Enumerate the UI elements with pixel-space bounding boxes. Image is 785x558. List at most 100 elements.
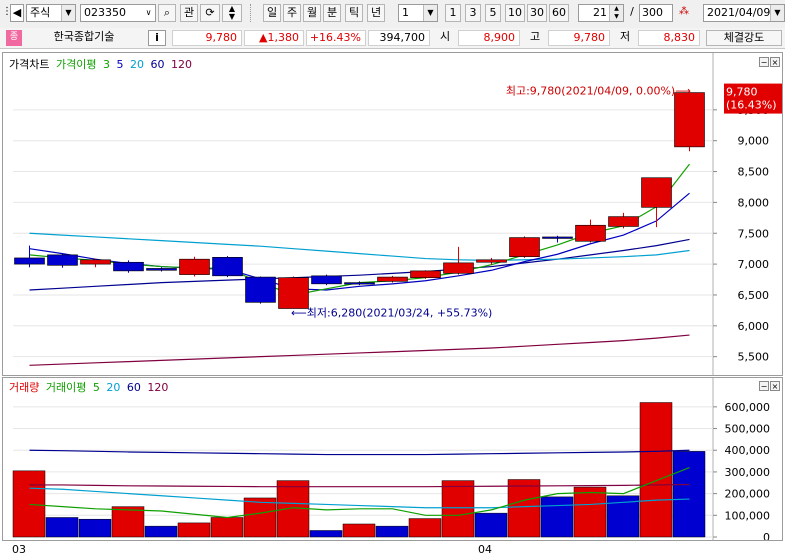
- volume-bar: [672, 451, 706, 538]
- low-label: 저: [619, 30, 631, 43]
- quick-3-button[interactable]: 3: [465, 4, 481, 22]
- high-label: 고: [529, 30, 541, 43]
- quick-1-button[interactable]: 1: [445, 4, 461, 22]
- price-change: ▲1,380: [244, 30, 304, 46]
- price-chart-panel[interactable]: 가격차트 가격이평 3 5 20 60 120 − × 5,500 6,000 6,…: [2, 52, 783, 376]
- volume-bar: [408, 518, 442, 538]
- x-label-april: 04: [478, 543, 492, 556]
- stepper-icon[interactable]: ▲ ▼: [222, 4, 242, 22]
- candle-body: [509, 237, 540, 258]
- chevron-down-icon[interactable]: ▼: [770, 5, 784, 21]
- volume-bar: [540, 496, 574, 538]
- volume-bar: [12, 470, 46, 538]
- grip-icon: ⋮: [2, 6, 12, 17]
- volume-chart-canvas: 0 100,000 200,000 300,000 400,000 500,000 600,…: [12, 378, 771, 540]
- candle-body: [47, 254, 78, 266]
- max-annotation: 최고:9,780(2021/04/09, 0.00%)⟶: [506, 85, 691, 98]
- prev-arrow-icon[interactable]: ◀: [10, 4, 24, 22]
- volume-bar: [639, 402, 673, 538]
- open-label: 시: [439, 30, 451, 43]
- settings-grid-icon[interactable]: ⁂: [675, 4, 693, 22]
- candle-body: [278, 277, 309, 309]
- y-tick-label: 6,500: [738, 289, 770, 302]
- candle-body: [641, 177, 672, 208]
- volume-bar: [111, 506, 145, 538]
- search-icon[interactable]: ⌕: [158, 4, 176, 22]
- period-tick-button[interactable]: 틱: [345, 4, 363, 22]
- trade-volume: 394,700: [368, 30, 430, 46]
- open-price: 8,900: [458, 30, 520, 46]
- period-day-button[interactable]: 일: [263, 4, 281, 22]
- market-select[interactable]: 주식 ▼: [26, 4, 76, 22]
- last-price-label: 9,780: [726, 86, 758, 99]
- y-tick-label: 7,500: [738, 227, 770, 240]
- candle-body: [443, 262, 474, 274]
- count-stepper[interactable]: 21 ▲ ▼: [578, 4, 624, 22]
- volume-bar: [375, 525, 409, 538]
- total-input[interactable]: 300: [639, 4, 673, 22]
- candle-body: [476, 259, 507, 263]
- volume-bar: [507, 479, 541, 538]
- quick-5-button[interactable]: 5: [485, 4, 501, 22]
- y-tick-label: 8,000: [738, 196, 770, 209]
- toolbar: ⋮ ◀ 주식 ▼ 023350 ∨ ⌕ 관 ⟳ ▲ ▼ 일 주 월 분 틱 년 1…: [0, 0, 785, 29]
- quick-30-button[interactable]: 30: [527, 4, 547, 22]
- y-tick-label: 500,000: [725, 423, 771, 436]
- candle-body: [311, 275, 342, 285]
- volume-bar: [210, 517, 244, 538]
- quote-bar: 종 한국종합기술 i 9,780 ▲1,380 +16.43% 394,700 …: [0, 28, 785, 49]
- quick-10-button[interactable]: 10: [505, 4, 525, 22]
- candle-body: [542, 236, 573, 239]
- period-minute-button[interactable]: 분: [323, 4, 341, 22]
- period-year-button[interactable]: 년: [367, 4, 385, 22]
- ma120-line: [29, 334, 690, 366]
- period-month-button[interactable]: 월: [303, 4, 321, 22]
- candle-body: [179, 258, 210, 275]
- market-select-value: 주식: [30, 6, 51, 19]
- divider: [250, 4, 254, 22]
- y-tick-label: 300,000: [725, 466, 771, 479]
- last-rate-label: (16.43%): [726, 99, 777, 112]
- quick-60-button[interactable]: 60: [549, 4, 569, 22]
- chevron-down-icon[interactable]: ∨: [142, 5, 155, 21]
- candle-body: [113, 261, 144, 272]
- gwan-button[interactable]: 관: [180, 4, 198, 22]
- y-tick-label: 200,000: [725, 488, 771, 501]
- stepper-arrows-icon[interactable]: ▲ ▼: [609, 5, 623, 21]
- chevron-down-icon[interactable]: ▼: [423, 5, 437, 21]
- volume-bar: [342, 523, 376, 538]
- volume-chart-panel[interactable]: 거래량 거래이평 5 20 60 120 − × 0 100,000 200,000…: [2, 377, 783, 541]
- chevron-down-icon[interactable]: ▼: [61, 5, 75, 21]
- stock-badge: 종: [6, 30, 22, 46]
- candle-body: [146, 268, 177, 271]
- refresh-icon[interactable]: ⟳: [200, 4, 220, 22]
- candle-body: [80, 259, 111, 265]
- candle-body: [410, 270, 441, 278]
- y-tick-label: 7,000: [738, 258, 770, 271]
- y-tick-label: 600,000: [725, 401, 771, 414]
- strength-button[interactable]: 체결강도: [706, 30, 782, 46]
- y-tick-label: 8,500: [738, 166, 770, 179]
- period-week-button[interactable]: 주: [283, 4, 301, 22]
- date-select[interactable]: 2021/04/09 ▼: [703, 4, 785, 22]
- volume-bar: [144, 525, 178, 538]
- code-input[interactable]: 023350 ∨: [80, 4, 156, 22]
- date-value: 2021/04/09: [707, 6, 771, 19]
- x-label-march: 03: [12, 543, 26, 556]
- y-tick-label: 0: [763, 531, 770, 540]
- current-price: 9,780: [172, 30, 242, 46]
- candle-body: [377, 276, 408, 282]
- candle-body: [344, 282, 375, 285]
- y-tick-label: 400,000: [725, 444, 771, 457]
- info-button[interactable]: i: [148, 30, 166, 46]
- volume-bar: [45, 517, 79, 538]
- interval-select[interactable]: 1 ▼: [398, 4, 438, 22]
- volume-bar: [573, 486, 607, 538]
- slash-label: /: [630, 5, 634, 18]
- y-tick-label: 9,000: [738, 135, 770, 148]
- volume-bar: [474, 512, 508, 538]
- vma120-line: [29, 483, 690, 488]
- y-tick-label: 100,000: [725, 509, 771, 522]
- price-chart-canvas: 5,500 6,000 6,500 7,000 7,500 8,000 8,500 9,000…: [13, 53, 782, 375]
- low-price: 8,830: [638, 30, 700, 46]
